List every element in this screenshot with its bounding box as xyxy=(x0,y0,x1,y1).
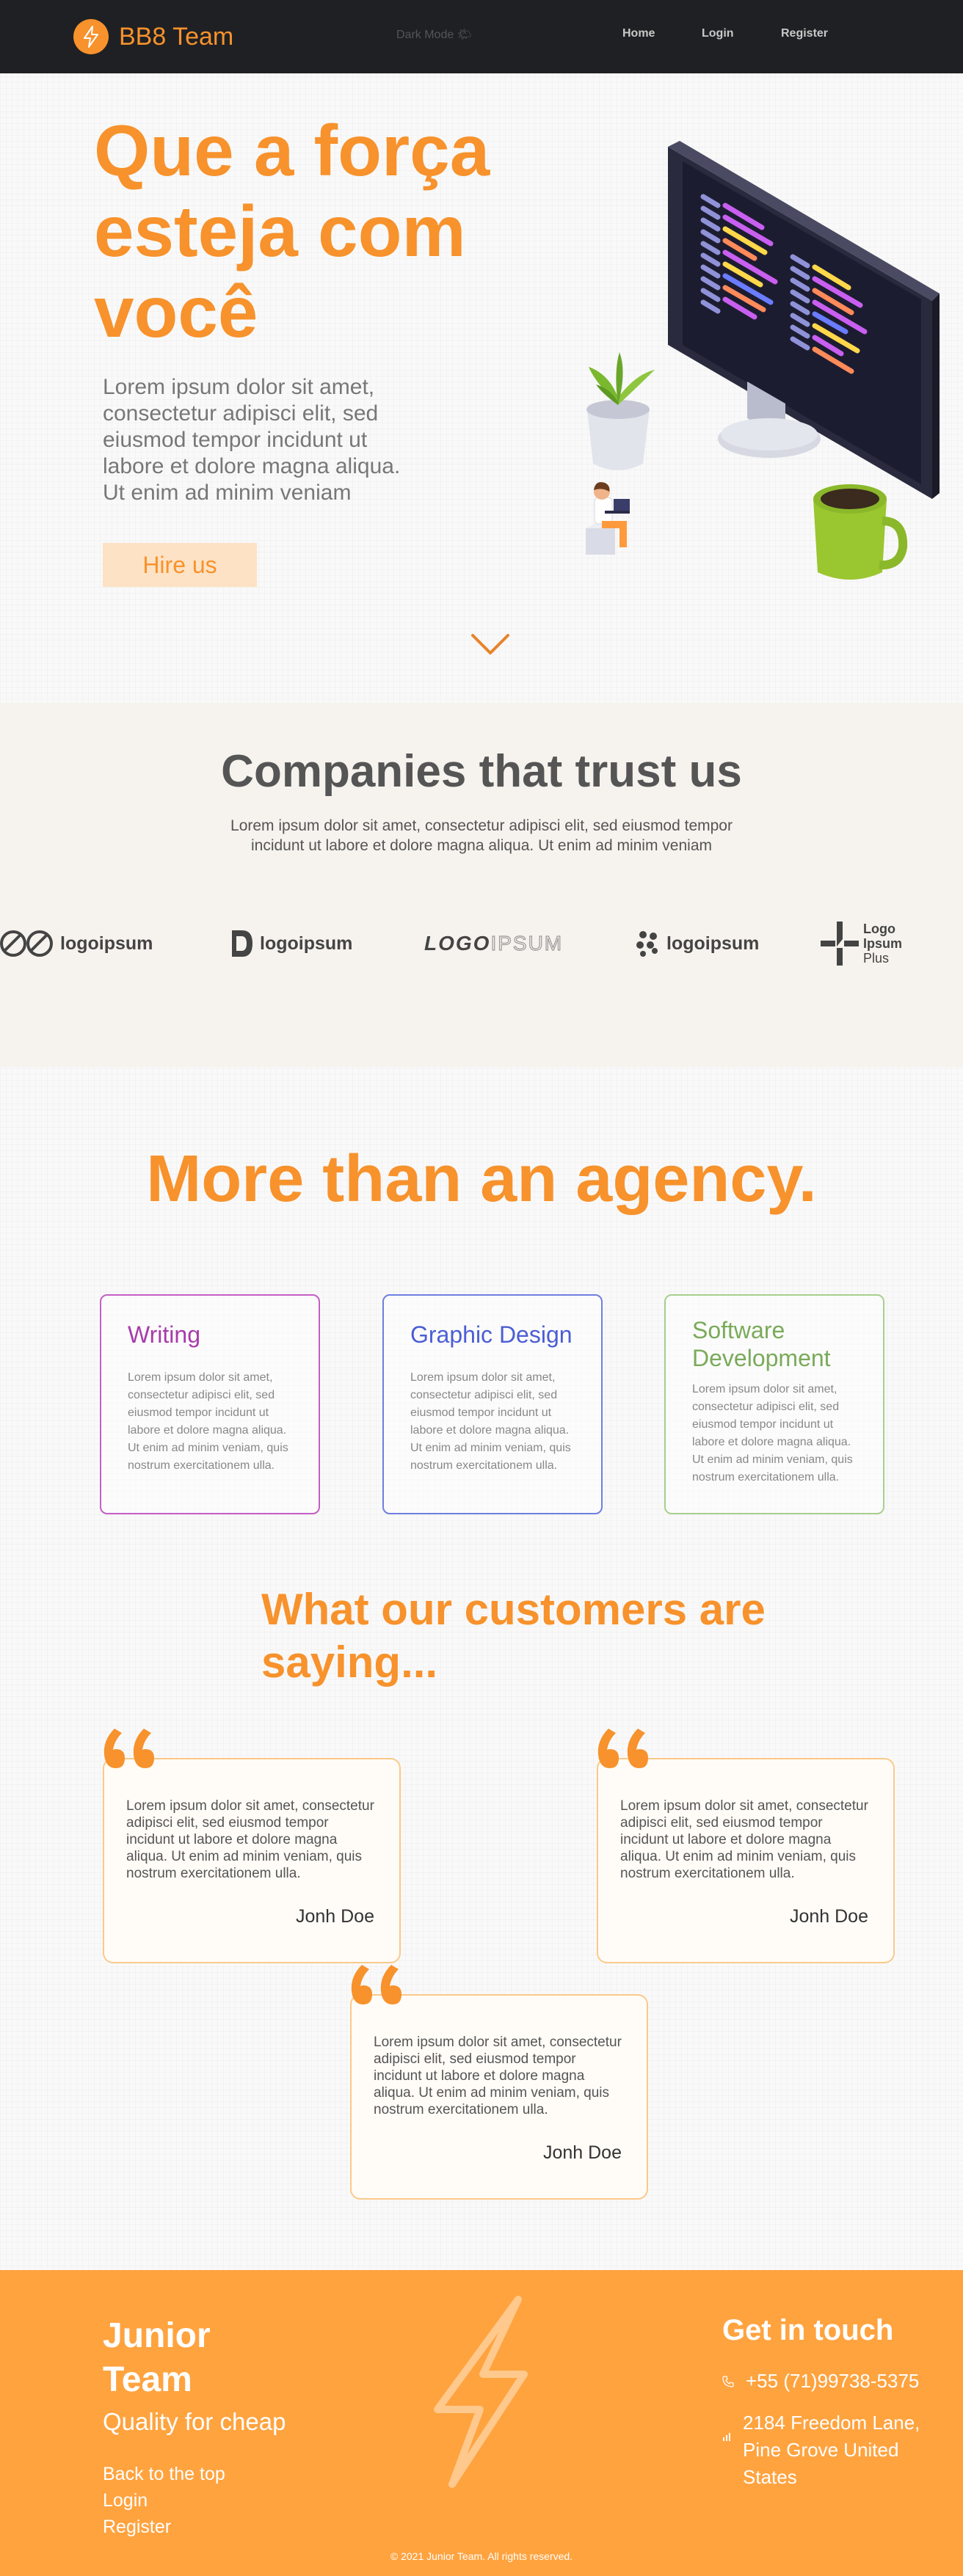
footer-login-link[interactable]: Login xyxy=(103,2490,148,2511)
brand-link[interactable]: BB8 Team xyxy=(73,19,233,54)
company-logo-2: logoipsum xyxy=(229,922,352,966)
chevron-down-icon[interactable] xyxy=(470,632,511,656)
nav-login-link[interactable]: Login xyxy=(702,27,734,40)
service-card-text: Lorem ipsum dolor sit amet, consectetur … xyxy=(128,1371,288,1472)
service-card-text: Lorem ipsum dolor sit amet, consectetur … xyxy=(410,1371,571,1472)
company-logo-3: LOGO IPSUM xyxy=(424,922,563,966)
company-logo-5-line-1: Logo xyxy=(863,922,895,936)
location-icon xyxy=(723,2433,730,2441)
testimonials-title: What our customers are saying... xyxy=(261,1585,766,1687)
testimonial-text: Lorem ipsum dolor sit amet, consectetur … xyxy=(374,2035,622,2117)
testimonial-author: Jonh Doe xyxy=(542,2142,622,2163)
company-logo-4-text: logoipsum xyxy=(666,933,760,954)
service-card-graphic-design[interactable]: Graphic Design Lorem ipsum dolor sit ame… xyxy=(382,1294,603,1514)
companies-text: Lorem ipsum dolor sit amet, consectetur … xyxy=(230,817,733,854)
company-logo-2-mark-icon xyxy=(232,930,252,957)
testimonial-author: Jonh Doe xyxy=(295,1906,374,1927)
lightning-bolt-logo-icon xyxy=(73,19,109,54)
company-logo-3-text: LOGO xyxy=(424,932,491,955)
company-logo-5-text: Logo Ipsum Plus xyxy=(863,922,902,966)
service-card-text: Lorem ipsum dolor sit amet, consectetur … xyxy=(692,1383,853,1484)
company-logo-1-text: logoipsum xyxy=(60,933,153,954)
company-logo-4-mark-icon xyxy=(636,931,658,957)
dark-mode-toggle[interactable]: Dark Mode 🌤 xyxy=(396,27,472,42)
service-card-software-development[interactable]: Software Development Lorem ipsum dolor s… xyxy=(664,1294,884,1514)
testimonial-author: Jonh Doe xyxy=(789,1906,868,1927)
footer-register-link[interactable]: Register xyxy=(103,2517,171,2538)
companies-section: Companies that trust us Lorem ipsum dolo… xyxy=(0,703,963,1067)
company-logo-1: logoipsum xyxy=(0,922,153,966)
quote-icon xyxy=(597,1729,648,1768)
hire-us-button[interactable]: Hire us xyxy=(103,543,257,587)
testimonial-card: Lorem ipsum dolor sit amet, consectetur … xyxy=(103,1729,401,1963)
footer-subtitle: Quality for cheap xyxy=(103,2408,286,2435)
company-logo-5-mark-icon xyxy=(821,922,859,966)
hero-developer-illustration xyxy=(586,141,940,580)
nav-register-link[interactable]: Register xyxy=(781,27,828,40)
testimonial-text: Lorem ipsum dolor sit amet, consectetur … xyxy=(126,1798,374,1881)
phone-icon xyxy=(722,2376,734,2387)
footer-contact-title: Get in touch xyxy=(722,2314,894,2346)
agency-title: More than an agency. xyxy=(146,1142,817,1216)
service-card-writing[interactable]: Writing Lorem ipsum dolor sit amet, cons… xyxy=(100,1294,320,1514)
testimonial-card: Lorem ipsum dolor sit amet, consectetur … xyxy=(350,1965,648,2200)
hero-text: Lorem ipsum dolor sit amet, consectetur … xyxy=(103,375,401,505)
nav-home-link[interactable]: Home xyxy=(622,27,655,40)
company-logo-4: logoipsum xyxy=(634,922,759,966)
company-logo-2-text: logoipsum xyxy=(260,933,353,954)
footer-back-to-top-link[interactable]: Back to the top xyxy=(103,2464,225,2485)
footer-address: 2184 Freedom Lane, Pine Grove United Sta… xyxy=(743,2412,920,2488)
service-card-title: Writing xyxy=(128,1321,200,1348)
copyright-text: © 2021 Junior Team. All rights reserved. xyxy=(390,2550,573,2562)
brand-name: BB8 Team xyxy=(119,22,234,51)
company-logo-3-text-outline: IPSUM xyxy=(490,931,564,955)
quote-icon xyxy=(103,1729,154,1768)
navbar: BB8 Team Dark Mode 🌤 Home Login Register xyxy=(0,0,963,73)
company-logo-1-mark-icon xyxy=(0,930,53,957)
footer: Junior Team Quality for cheap Back to th… xyxy=(0,2270,963,2576)
testimonial-text: Lorem ipsum dolor sit amet, consectetur … xyxy=(620,1798,868,1881)
company-logo-5: Logo Ipsum Plus xyxy=(821,922,902,966)
hero-title: Que a força esteja com você xyxy=(94,110,490,352)
footer-phone[interactable]: +55 (71)99738-5375 xyxy=(746,2370,919,2393)
service-card-title: Software Development xyxy=(692,1317,831,1371)
lightning-bolt-icon xyxy=(434,2296,528,2488)
footer-title: Junior Team xyxy=(103,2316,211,2399)
service-card-title: Graphic Design xyxy=(410,1321,573,1348)
testimonial-card: Lorem ipsum dolor sit amet, consectetur … xyxy=(597,1729,895,1963)
company-logo-5-line-2: Ipsum xyxy=(863,936,903,951)
companies-title: Companies that trust us xyxy=(221,746,742,797)
company-logo-5-line-3: Plus xyxy=(863,951,890,966)
quote-icon xyxy=(351,1965,401,2004)
